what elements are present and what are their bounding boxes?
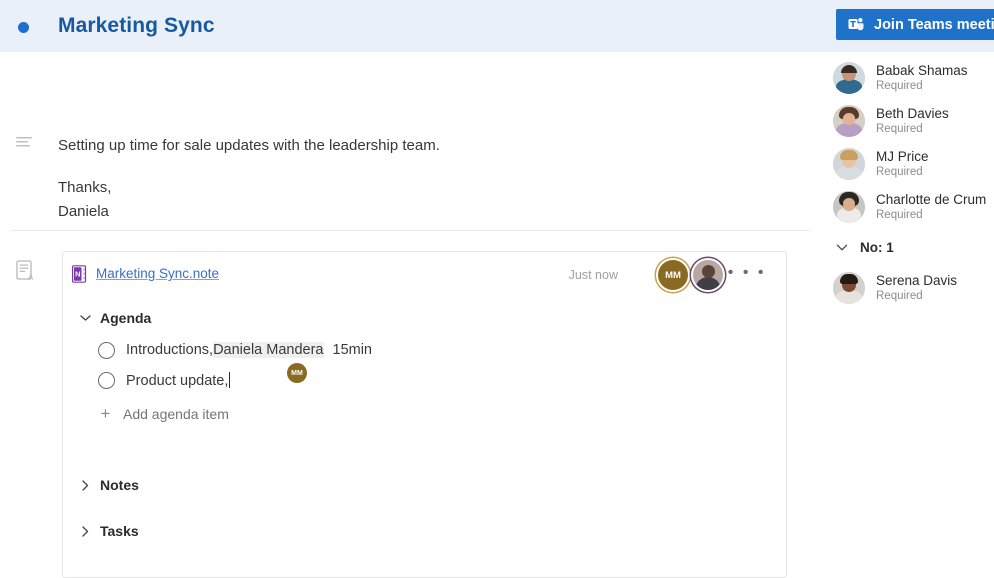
- attendee-info: Serena Davis Required: [876, 273, 957, 303]
- attendee-group-header[interactable]: No: 1: [818, 228, 994, 266]
- agenda-item-checkbox[interactable]: [98, 341, 115, 359]
- attendee-row[interactable]: Serena Davis Required: [818, 266, 994, 309]
- avatar: [833, 147, 865, 180]
- add-agenda-item-label: Add agenda item: [123, 406, 229, 422]
- attendee-name: Serena Davis: [876, 272, 958, 288]
- agenda-item-title: Product update,: [126, 372, 229, 389]
- chevron-down-icon: [79, 314, 91, 322]
- meeting-body: A Setting up time for sale updates with …: [0, 52, 818, 578]
- chevron-right-icon: [79, 479, 91, 491]
- attendee-group-label: No: 1: [860, 239, 894, 255]
- meeting-header-bar: Marketing Sync Join Teams meetin: [0, 0, 994, 52]
- attendee-row[interactable]: MJ Price Required: [818, 142, 994, 185]
- tasks-section: Tasks: [63, 523, 802, 539]
- attendee-name: Babak Shamas: [876, 62, 968, 78]
- attendee-role: Required: [876, 122, 923, 135]
- avatar: [833, 61, 865, 94]
- note-card-header: N Marketing Sync.note Just now MM • • •: [63, 252, 786, 298]
- agenda-item-duration: 15min: [332, 342, 373, 358]
- tasks-section-label: Tasks: [100, 523, 139, 539]
- collaborator-mm-avatar[interactable]: MM: [658, 260, 688, 290]
- attendee-role: Required: [876, 289, 923, 302]
- description-lines-icon: [16, 136, 34, 155]
- attendee-role: Required: [876, 208, 923, 221]
- note-more-options-button[interactable]: • • •: [728, 265, 766, 281]
- section-divider: [10, 230, 810, 231]
- meeting-details-window: Marketing Sync Join Teams meetin A Setti…: [0, 0, 994, 578]
- agenda-item-text: Product update,: [126, 371, 231, 389]
- tasks-section-header[interactable]: Tasks: [79, 523, 802, 539]
- add-agenda-item-button[interactable]: + Add agenda item: [79, 399, 802, 429]
- agenda-item[interactable]: Introductions,Daniela Mandera 15min: [79, 335, 802, 365]
- avatar: [833, 104, 865, 137]
- note-timestamp: Just now: [568, 268, 618, 282]
- join-teams-meeting-label: Join Teams meetin: [874, 16, 994, 33]
- collaborator-cursor-initials: MM: [291, 369, 303, 377]
- note-file-link[interactable]: Marketing Sync.note: [96, 266, 219, 281]
- chevron-down-icon: [836, 243, 848, 252]
- collaborator-avatars: MM: [658, 260, 723, 290]
- attendees-panel: Babak Shamas Required Beth Davies Requir…: [818, 52, 994, 561]
- attendee-row[interactable]: Babak Shamas Required: [818, 56, 994, 99]
- chevron-right-icon: [79, 525, 91, 537]
- attendee-row[interactable]: Charlotte de Crum Required: [818, 185, 994, 228]
- agenda-item-checkbox[interactable]: [98, 371, 115, 389]
- agenda-item-list: Introductions,Daniela Mandera 15min Produ…: [79, 335, 802, 429]
- attendee-info: Beth Davies Required: [876, 106, 949, 136]
- avatar: [833, 190, 865, 223]
- svg-text:N: N: [75, 270, 80, 279]
- svg-text:A: A: [28, 273, 34, 282]
- notes-section-header[interactable]: Notes: [79, 477, 802, 493]
- attendee-info: Babak Shamas Required: [876, 63, 968, 93]
- collaborator-cursor-badge: MM: [287, 363, 307, 383]
- description-line-2: Thanks,: [58, 179, 112, 196]
- agenda-item[interactable]: Product update, MM: [79, 363, 802, 395]
- avatar: [833, 271, 865, 304]
- description-line-3: Daniela: [58, 203, 109, 220]
- agenda-item-text: Introductions,Daniela Mandera 15min: [126, 342, 372, 358]
- description-line-1: Setting up time for sale updates with th…: [58, 137, 440, 154]
- text-caret: [229, 371, 231, 388]
- notes-section: Notes: [63, 477, 802, 493]
- onenote-icon: N: [71, 265, 89, 288]
- attendee-row[interactable]: Beth Davies Required: [818, 99, 994, 142]
- meeting-notes-card: N Marketing Sync.note Just now MM • • • …: [62, 251, 787, 578]
- attendee-info: MJ Price Required: [876, 149, 929, 179]
- page-title: Marketing Sync: [58, 14, 215, 37]
- agenda-item-title: Introductions,: [126, 342, 214, 358]
- attendee-name: Charlotte de Crum: [876, 191, 987, 207]
- status-dot-icon: [18, 22, 29, 33]
- note-document-icon: A: [16, 260, 36, 287]
- attendee-name: MJ Price: [876, 148, 929, 164]
- attendee-role: Required: [876, 79, 923, 92]
- attendee-info: Charlotte de Crum Required: [876, 192, 986, 222]
- attendee-role: Required: [876, 165, 923, 178]
- avatar-face: [701, 265, 715, 278]
- teams-icon: [848, 17, 865, 32]
- agenda-section-header[interactable]: Agenda: [79, 310, 802, 326]
- join-teams-meeting-button[interactable]: Join Teams meetin: [836, 9, 994, 40]
- agenda-section: Agenda Introductions,Daniela Mandera 15mi…: [63, 310, 802, 429]
- notes-section-label: Notes: [100, 477, 139, 493]
- plus-icon: +: [100, 404, 111, 423]
- avatar-shoulders: [695, 277, 721, 290]
- agenda-section-label: Agenda: [100, 310, 152, 326]
- meeting-description: Setting up time for sale updates with th…: [58, 134, 758, 224]
- agenda-item-owner: Daniela Mandera: [213, 342, 324, 358]
- collaborator-photo-avatar[interactable]: [693, 260, 723, 290]
- collaborator-mm-initials: MM: [665, 269, 681, 281]
- attendee-name: Beth Davies: [876, 105, 949, 121]
